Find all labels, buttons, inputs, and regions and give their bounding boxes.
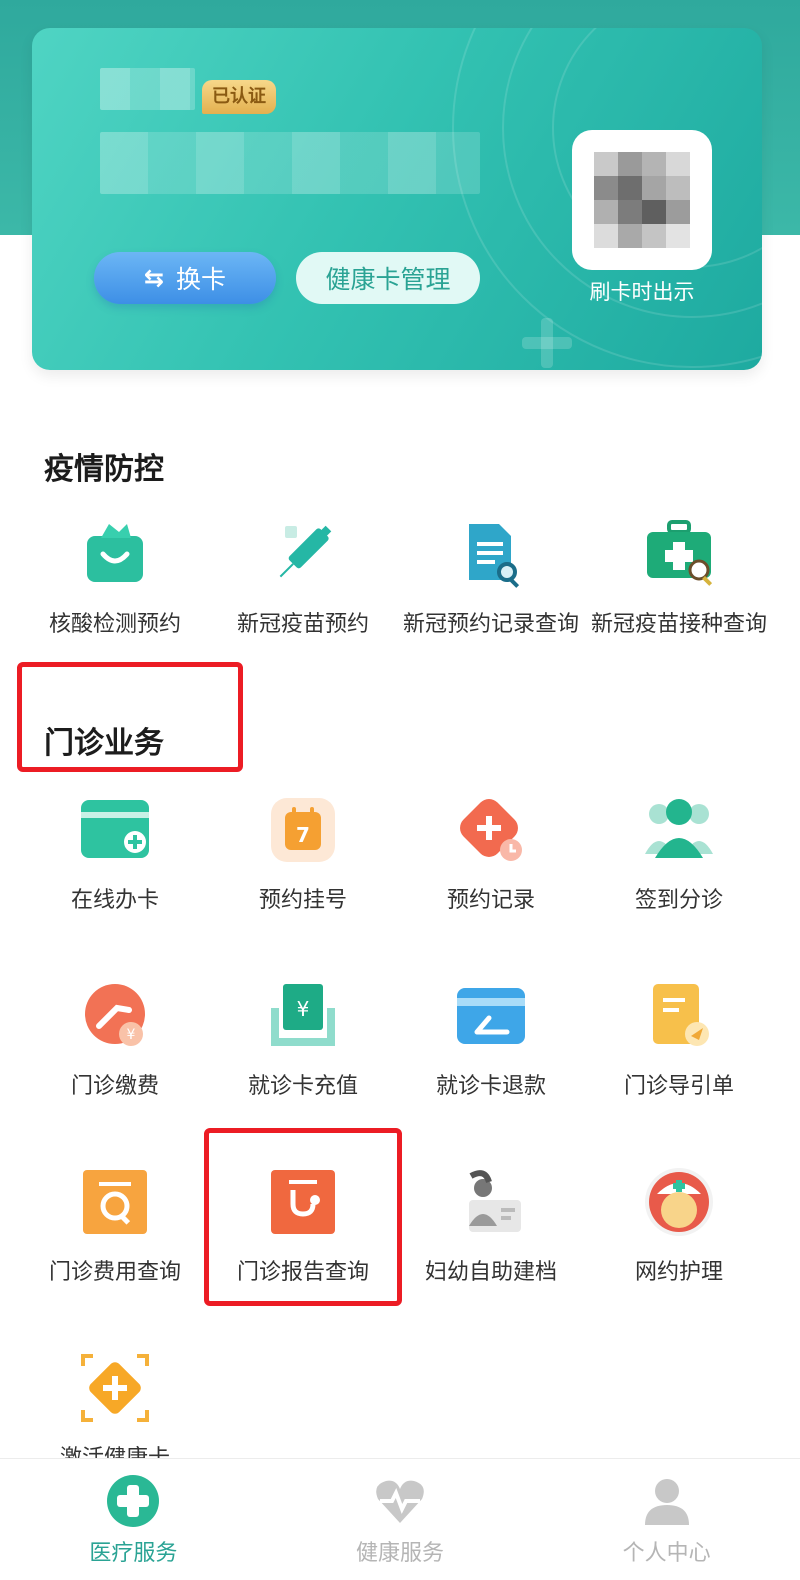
grid-item-label: 新冠疫苗接种查询 (590, 612, 767, 637)
grid-item-label: 签到分诊 (634, 888, 723, 913)
calendar-icon: 7 (267, 794, 339, 866)
card-add-icon (79, 794, 151, 866)
grid-item-maternal-archive[interactable]: 妇幼自助建档 (396, 1166, 586, 1290)
nav-label: 健康服务 (356, 1541, 445, 1566)
grid-item-label: 预约记录 (446, 888, 535, 913)
grid-item-vaccine-record-query[interactable]: 新冠预约记录查询 (396, 518, 586, 642)
medical-kit-search-icon (643, 518, 715, 590)
switch-card-label: 换卡 (176, 265, 227, 294)
svg-text:¥: ¥ (297, 997, 310, 1021)
qr-code[interactable] (572, 130, 712, 270)
payment-icon: ¥ (79, 980, 151, 1052)
grid-item-label: 就诊卡充值 (247, 1074, 358, 1099)
grid-item-label: 网约护理 (634, 1260, 723, 1285)
svg-text:¥: ¥ (127, 1027, 136, 1043)
card-number-blurred (100, 132, 480, 194)
grid-item-card-recharge[interactable]: ¥ 就诊卡充值 (208, 980, 398, 1104)
syringe-icon (267, 518, 339, 590)
grid-item-label: 预约挂号 (258, 888, 347, 913)
record-icon (455, 794, 527, 866)
switch-card-button[interactable]: ⇆ 换卡 (94, 252, 276, 304)
medical-cross-icon (105, 1473, 161, 1529)
grid-item-label: 新冠预约记录查询 (402, 612, 579, 637)
grid-item-label: 在线办卡 (70, 888, 159, 913)
health-card: 已认证 ⇆ 换卡 健康卡管理 刷卡时出示 (32, 28, 762, 370)
grid-item-label: 门诊导引单 (623, 1074, 734, 1099)
grid-item-card-refund[interactable]: 就诊卡退款 (396, 980, 586, 1104)
card-plus-decoration (522, 318, 572, 368)
recharge-icon: ¥ (267, 980, 339, 1052)
nav-label: 医疗服务 (89, 1541, 178, 1566)
qr-caption: 刷卡时出示 (589, 280, 695, 304)
verified-badge: 已认证 (202, 80, 276, 114)
grid-item-fee-query[interactable]: 门诊费用查询 (20, 1166, 210, 1290)
refund-card-icon (455, 980, 527, 1052)
grid-item-label: 核酸检测预约 (48, 612, 181, 637)
grid-item-appointment-register[interactable]: 7 预约挂号 (208, 794, 398, 918)
swap-arrows-icon: ⇆ (143, 264, 165, 292)
section-title-highlight-box (17, 662, 243, 772)
maternal-archive-icon (455, 1166, 527, 1238)
report-query-highlight-box (204, 1128, 402, 1306)
bottom-navigation: 医疗服务 健康服务 个人中心 (0, 1458, 800, 1580)
grid-item-label: 门诊缴费 (70, 1074, 159, 1099)
svg-text:7: 7 (296, 823, 310, 847)
grid-item-vaccination-query[interactable]: 新冠疫苗接种查询 (584, 518, 774, 642)
grid-item-online-nursing[interactable]: 网约护理 (584, 1166, 774, 1290)
card-holder-name-blurred (100, 68, 195, 110)
activate-card-icon (79, 1352, 151, 1424)
people-icon (643, 794, 715, 866)
grid-item-vaccine-booking[interactable]: 新冠疫苗预约 (208, 518, 398, 642)
heart-pulse-icon (372, 1473, 428, 1529)
nav-label: 个人中心 (622, 1541, 711, 1566)
grid-item-label: 门诊费用查询 (48, 1260, 181, 1285)
guide-sheet-icon (643, 980, 715, 1052)
grid-item-label: 新冠疫苗预约 (236, 612, 369, 637)
grid-item-nucleic-test[interactable]: 核酸检测预约 (20, 518, 210, 642)
fee-query-icon (79, 1166, 151, 1238)
nav-item-health-service[interactable]: 健康服务 (267, 1459, 534, 1580)
grid-item-label: 妇幼自助建档 (424, 1260, 557, 1285)
nurse-icon (643, 1166, 715, 1238)
epidemic-section-title: 疫情防控 (44, 452, 164, 487)
grid-item-guide-sheet[interactable]: 门诊导引单 (584, 980, 774, 1104)
qr-code-icon (594, 152, 690, 248)
grid-item-appointment-record[interactable]: 预约记录 (396, 794, 586, 918)
user-icon (639, 1473, 695, 1529)
health-card-manage-button[interactable]: 健康卡管理 (296, 252, 480, 304)
grid-item-online-card[interactable]: 在线办卡 (20, 794, 210, 918)
grid-item-outpatient-payment[interactable]: ¥ 门诊缴费 (20, 980, 210, 1104)
nav-item-personal-center[interactable]: 个人中心 (533, 1459, 800, 1580)
grid-item-check-in-triage[interactable]: 签到分诊 (584, 794, 774, 918)
nav-item-medical-service[interactable]: 医疗服务 (0, 1459, 267, 1580)
test-bag-icon (79, 518, 151, 590)
document-search-icon (455, 518, 527, 590)
grid-item-label: 就诊卡退款 (435, 1074, 546, 1099)
